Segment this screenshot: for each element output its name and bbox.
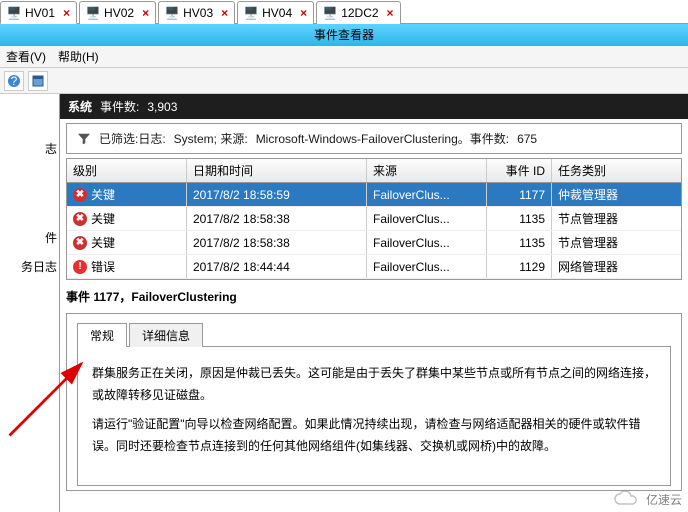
cell-cat: 仲裁管理器 bbox=[552, 183, 681, 206]
tab-label: HV04 bbox=[262, 6, 292, 20]
detail-text-2: 请运行"验证配置"向导以检查网络配置。如果此情况持续出现，请检查与网络适配器相关… bbox=[92, 414, 656, 457]
cell-source: FailoverClus... bbox=[367, 183, 487, 206]
close-icon[interactable]: × bbox=[142, 6, 149, 20]
event-count-label: 事件数: bbox=[100, 98, 139, 115]
col-date[interactable]: 日期和时间 bbox=[187, 159, 367, 182]
error-icon: ! bbox=[73, 260, 87, 274]
close-icon[interactable]: × bbox=[387, 6, 394, 20]
cell-cat: 网络管理器 bbox=[552, 255, 681, 278]
table-row[interactable]: ! 错误 2017/8/2 18:44:44 FailoverClus... 11… bbox=[67, 255, 681, 279]
table-header: 级别 日期和时间 来源 事件 ID 任务类别 bbox=[67, 159, 681, 183]
tab-12dc2[interactable]: 🖥️ 12DC2 × bbox=[316, 1, 400, 24]
detail-title: 事件 1177，FailoverClustering bbox=[66, 288, 682, 305]
col-id[interactable]: 事件 ID bbox=[487, 159, 552, 182]
cell-level: 关键 bbox=[91, 210, 115, 227]
server-icon: 🖥️ bbox=[244, 6, 258, 20]
filter-log: System; 来源: bbox=[174, 130, 248, 147]
cell-id: 1135 bbox=[487, 231, 552, 254]
detail-text-1: 群集服务正在关闭，原因是仲裁已丢失。这可能是由于丢失了群集中某些节点或所有节点之… bbox=[92, 363, 656, 406]
detail-body: 群集服务正在关闭，原因是仲裁已丢失。这可能是由于丢失了群集中某些节点或所有节点之… bbox=[77, 346, 671, 486]
cell-id: 1129 bbox=[487, 255, 552, 278]
watermark: 亿速云 bbox=[612, 490, 682, 508]
critical-icon: ✖ bbox=[73, 236, 87, 250]
close-icon[interactable]: × bbox=[221, 6, 228, 20]
filter-icon bbox=[77, 132, 91, 146]
tab-hv01[interactable]: 🖥️ HV01 × bbox=[0, 1, 77, 24]
close-icon[interactable]: × bbox=[300, 6, 307, 20]
cell-cat: 节点管理器 bbox=[552, 207, 681, 230]
cell-cat: 节点管理器 bbox=[552, 231, 681, 254]
tab-hv03[interactable]: 🖥️ HV03 × bbox=[158, 1, 235, 24]
sidebar-item[interactable]: 务日志 bbox=[0, 252, 59, 281]
menubar: 查看(V) 帮助(H) bbox=[0, 46, 688, 68]
detail-panel: 常规 详细信息 群集服务正在关闭，原因是仲裁已丢失。这可能是由于丢失了群集中某些… bbox=[66, 313, 682, 491]
cloud-icon bbox=[612, 490, 642, 508]
menu-help[interactable]: 帮助(H) bbox=[58, 48, 99, 65]
cell-level: 错误 bbox=[91, 258, 115, 275]
cell-date: 2017/8/2 18:58:38 bbox=[187, 231, 367, 254]
toolbar-btn-question[interactable]: ? bbox=[4, 71, 24, 91]
watermark-text: 亿速云 bbox=[646, 491, 682, 508]
table-row[interactable]: ✖ 关键 2017/8/2 18:58:38 FailoverClus... 11… bbox=[67, 231, 681, 255]
tab-label: HV03 bbox=[183, 6, 213, 20]
cell-date: 2017/8/2 18:58:59 bbox=[187, 183, 367, 206]
session-tabbar: 🖥️ HV01 × 🖥️ HV02 × 🖥️ HV03 × 🖥️ HV04 × … bbox=[0, 0, 688, 24]
col-level[interactable]: 级别 bbox=[67, 159, 187, 182]
col-cat[interactable]: 任务类别 bbox=[552, 159, 681, 182]
svg-text:?: ? bbox=[11, 74, 18, 88]
menu-view[interactable]: 查看(V) bbox=[6, 48, 46, 65]
critical-icon: ✖ bbox=[73, 188, 87, 202]
window-title: 事件查看器 bbox=[314, 28, 374, 42]
server-icon: 🖥️ bbox=[165, 6, 179, 20]
event-count-value: 3,903 bbox=[147, 100, 177, 114]
main-panel: 系统 事件数: 3,903 已筛选:日志: System; 来源: Micros… bbox=[60, 94, 688, 512]
panel-header: 系统 事件数: 3,903 bbox=[60, 94, 688, 119]
sidebar-item[interactable]: 志 bbox=[0, 134, 59, 163]
close-icon[interactable]: × bbox=[63, 6, 70, 20]
tab-hv02[interactable]: 🖥️ HV02 × bbox=[79, 1, 156, 24]
cell-date: 2017/8/2 18:58:38 bbox=[187, 207, 367, 230]
tab-label: HV01 bbox=[25, 6, 55, 20]
filter-bar: 已筛选:日志: System; 来源: Microsoft-Windows-Fa… bbox=[66, 123, 682, 154]
tab-hv04[interactable]: 🖥️ HV04 × bbox=[237, 1, 314, 24]
event-table: 级别 日期和时间 来源 事件 ID 任务类别 ✖ 关键 2017/8/2 18:5… bbox=[66, 158, 682, 280]
toolbar-btn-properties[interactable] bbox=[28, 71, 48, 91]
critical-icon: ✖ bbox=[73, 212, 87, 226]
cell-level: 关键 bbox=[91, 186, 115, 203]
cell-id: 1135 bbox=[487, 207, 552, 230]
cell-source: FailoverClus... bbox=[367, 231, 487, 254]
cell-id: 1177 bbox=[487, 183, 552, 206]
table-row[interactable]: ✖ 关键 2017/8/2 18:58:38 FailoverClus... 11… bbox=[67, 207, 681, 231]
sidebar-item[interactable]: 件 bbox=[0, 223, 59, 252]
cell-source: FailoverClus... bbox=[367, 255, 487, 278]
toolbar: ? bbox=[0, 68, 688, 94]
tab-details[interactable]: 详细信息 bbox=[129, 323, 203, 347]
sidebar-tree[interactable]: 志 件 务日志 bbox=[0, 94, 60, 512]
cell-level: 关键 bbox=[91, 234, 115, 251]
tab-general[interactable]: 常规 bbox=[77, 323, 127, 347]
window-titlebar: 事件查看器 bbox=[0, 24, 688, 46]
filter-label: 已筛选:日志: bbox=[99, 130, 166, 147]
table-row[interactable]: ✖ 关键 2017/8/2 18:58:59 FailoverClus... 11… bbox=[67, 183, 681, 207]
tab-label: HV02 bbox=[104, 6, 134, 20]
filter-count: 675 bbox=[517, 132, 537, 146]
col-source[interactable]: 来源 bbox=[367, 159, 487, 182]
cell-date: 2017/8/2 18:44:44 bbox=[187, 255, 367, 278]
cell-source: FailoverClus... bbox=[367, 207, 487, 230]
log-name: 系统 bbox=[68, 98, 92, 115]
server-icon: 🖥️ bbox=[7, 6, 21, 20]
server-icon: 🖥️ bbox=[323, 6, 337, 20]
filter-source: Microsoft-Windows-FailoverClustering。事件数… bbox=[256, 130, 509, 147]
tab-label: 12DC2 bbox=[341, 6, 378, 20]
server-icon: 🖥️ bbox=[86, 6, 100, 20]
